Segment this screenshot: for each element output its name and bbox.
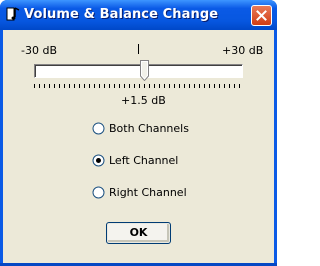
- balance-slider-thumb[interactable]: [140, 60, 149, 81]
- radio-label: Right Channel: [109, 186, 187, 199]
- radio-button-icon: [92, 186, 105, 199]
- radio-label: Left Channel: [109, 154, 179, 167]
- balance-slider-track[interactable]: [34, 64, 243, 78]
- radio-button-icon: [92, 122, 105, 135]
- slider-ticks: [34, 84, 240, 88]
- radio-button-selected-icon: [92, 154, 105, 167]
- ok-button[interactable]: OK: [106, 222, 171, 244]
- window-title: Volume & Balance Change: [24, 7, 219, 22]
- radio-label: Both Channels: [109, 122, 189, 135]
- dialog-window: Volume & Balance Change -30 dB +30 dB +1…: [0, 0, 277, 266]
- slider-max-label: +30 dB: [222, 44, 264, 57]
- music-note-icon: [6, 7, 20, 21]
- close-icon: [256, 10, 267, 21]
- slider-value-label: +1.5 dB: [121, 94, 166, 107]
- close-button[interactable]: [251, 5, 272, 26]
- slider-center-mark: [138, 44, 139, 54]
- title-bar[interactable]: Volume & Balance Change: [0, 0, 277, 30]
- slider-min-label: -30 dB: [21, 44, 57, 57]
